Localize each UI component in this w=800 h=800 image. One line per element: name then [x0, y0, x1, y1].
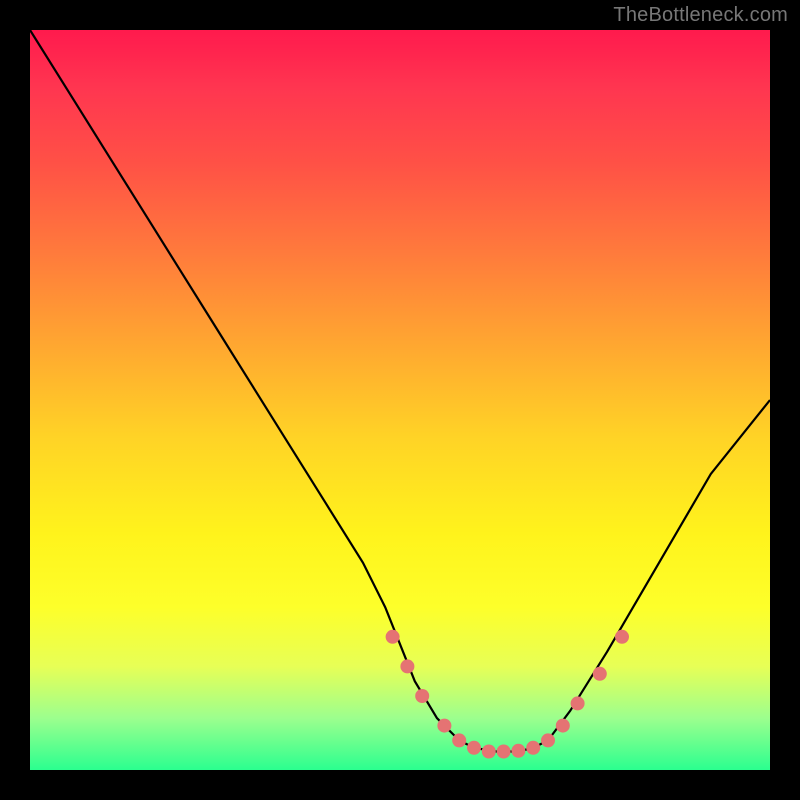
chart-svg	[30, 30, 770, 770]
data-point	[556, 719, 570, 733]
data-point	[415, 689, 429, 703]
data-point	[467, 741, 481, 755]
marker-layer	[386, 630, 629, 759]
data-point	[571, 696, 585, 710]
curve-layer	[30, 30, 770, 752]
data-point	[400, 659, 414, 673]
data-point	[541, 733, 555, 747]
plot-area	[30, 30, 770, 770]
data-point	[526, 741, 540, 755]
bottleneck-curve	[30, 30, 770, 752]
data-point	[511, 744, 525, 758]
chart-frame: TheBottleneck.com	[0, 0, 800, 800]
data-point	[497, 745, 511, 759]
data-point	[386, 630, 400, 644]
data-point	[482, 745, 496, 759]
data-point	[437, 719, 451, 733]
data-point	[615, 630, 629, 644]
data-point	[593, 667, 607, 681]
data-point	[452, 733, 466, 747]
watermark-text: TheBottleneck.com	[613, 4, 788, 27]
